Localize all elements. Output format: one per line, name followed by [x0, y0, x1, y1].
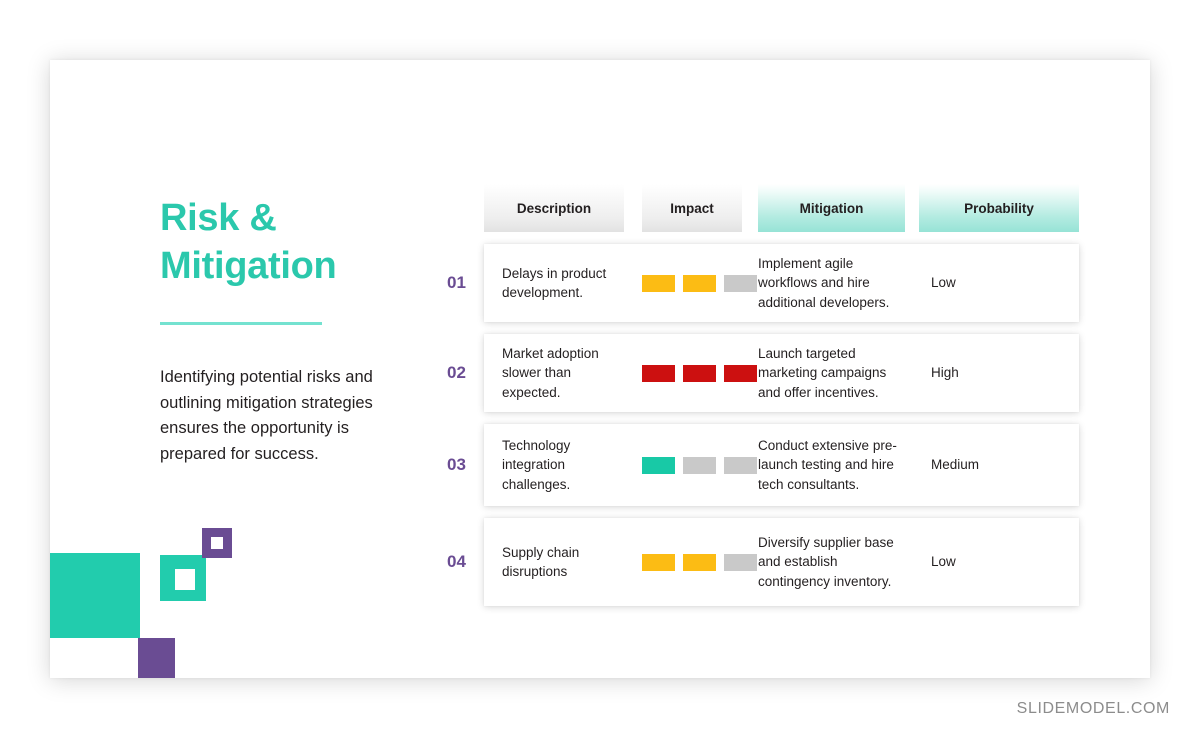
- row-gap-a: [624, 518, 642, 606]
- decoration-teal-ring-hole: [175, 569, 195, 590]
- impact-bar-1: [642, 274, 675, 292]
- row-impact: [642, 424, 757, 506]
- title-divider: [160, 322, 322, 325]
- row-number: 04: [447, 552, 466, 571]
- row-description: Technology integration challenges.: [502, 438, 571, 492]
- row-gap-b: [742, 424, 758, 506]
- row-description: Market adoption slower than expected.: [502, 346, 599, 400]
- row-impact: [642, 334, 757, 412]
- impact-bar-2: [683, 456, 716, 474]
- row-probability: High: [931, 365, 959, 381]
- column-header-probability: Probability: [919, 184, 1079, 232]
- row-gap-c: [905, 244, 919, 322]
- row-gap-c: [905, 424, 919, 506]
- slidemodel-watermark: SLIDEMODEL.COM: [1016, 700, 1170, 717]
- row-gap-a: [624, 244, 642, 322]
- left-column: Risk & Mitigation Identifying potential r…: [160, 195, 470, 484]
- column-header-description: Description: [484, 184, 624, 232]
- row-mitigation: Diversify supplier base and establish co…: [758, 535, 894, 589]
- slide-canvas: Risk & Mitigation Identifying potential r…: [50, 60, 1150, 678]
- decoration-purple-ring-hole: [211, 537, 223, 549]
- table-row[interactable]: 01 Delays in product development. Implem…: [437, 244, 1087, 322]
- row-gap-c: [905, 334, 919, 412]
- row-mitigation: Conduct extensive pre-launch testing and…: [758, 438, 897, 492]
- decoration-purple-square-small: [138, 638, 175, 678]
- row-impact: [642, 518, 757, 606]
- row-mitigation: Implement agile workflows and hire addit…: [758, 256, 890, 310]
- row-description: Delays in product development.: [502, 265, 607, 300]
- impact-bar-group: [642, 553, 757, 571]
- impact-bar-group: [642, 456, 757, 474]
- impact-bar-1: [642, 456, 675, 474]
- row-gap-b: [742, 244, 758, 322]
- impact-bar-group: [642, 364, 757, 382]
- table-row[interactable]: 04 Supply chain disruptions Diversify su…: [437, 518, 1087, 606]
- header-number-spacer: [437, 231, 484, 232]
- row-gap-b: [742, 518, 758, 606]
- page-title: Risk & Mitigation: [160, 195, 470, 290]
- column-header-impact: Impact: [642, 184, 742, 232]
- column-header-mitigation: Mitigation: [758, 184, 905, 232]
- row-gap-c: [905, 518, 919, 606]
- row-probability: Medium: [931, 457, 980, 473]
- header-gap-b: [742, 231, 758, 232]
- row-gap-a: [624, 334, 642, 412]
- page-title-line-2: Mitigation: [160, 244, 337, 287]
- header-gap-a: [624, 231, 642, 232]
- header-gap-c: [905, 231, 919, 232]
- row-number: 03: [447, 455, 466, 474]
- table-row[interactable]: 03 Technology integration challenges. Co…: [437, 424, 1087, 506]
- row-gap-b: [742, 334, 758, 412]
- row-number: 01: [447, 273, 466, 292]
- row-number: 02: [447, 363, 466, 382]
- impact-bar-1: [642, 553, 675, 571]
- decoration-teal-square-large: [50, 553, 140, 638]
- page-title-line-1: Risk &: [160, 197, 277, 239]
- row-impact: [642, 244, 757, 322]
- risk-table: Description Impact Mitigation Probabilit…: [437, 184, 1087, 606]
- impact-bar-2: [683, 364, 716, 382]
- impact-bar-1: [642, 364, 675, 382]
- row-probability: Low: [931, 554, 956, 570]
- impact-bar-2: [683, 553, 716, 571]
- table-row[interactable]: 02 Market adoption slower than expected.…: [437, 334, 1087, 412]
- row-mitigation: Launch targeted marketing campaigns and …: [758, 346, 887, 400]
- impact-bar-group: [642, 274, 757, 292]
- row-probability: Low: [931, 275, 956, 291]
- intro-paragraph: Identifying potential risks and outlinin…: [160, 368, 373, 463]
- row-description: Supply chain disruptions: [502, 544, 580, 579]
- row-gap-a: [624, 424, 642, 506]
- table-header-row: Description Impact Mitigation Probabilit…: [437, 184, 1087, 232]
- impact-bar-2: [683, 274, 716, 292]
